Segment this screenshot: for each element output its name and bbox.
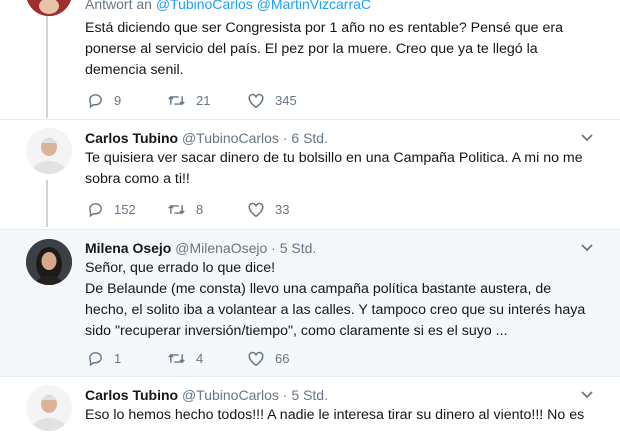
like-button[interactable]: 345 — [247, 92, 327, 109]
reply-count: 1 — [114, 350, 122, 366]
chevron-down-icon[interactable] — [580, 388, 594, 402]
tweet-header: Carlos Tubino @TubinoCarlos · 5 Std. — [85, 386, 590, 404]
tweet-text: Está diciendo que ser Congresista por 1 … — [85, 20, 563, 78]
reply-count: 152 — [114, 201, 136, 217]
reply-prefix: Antwort an — [85, 0, 152, 12]
retweet-icon — [168, 204, 185, 214]
avatar[interactable] — [26, 0, 72, 16]
reply-icon — [89, 351, 102, 366]
tweet-header: Carlos Tubino @TubinoCarlos · 6 Std. — [85, 129, 590, 147]
like-count: 66 — [275, 350, 290, 366]
author-handle[interactable]: @TubinoCarlos — [182, 130, 279, 146]
tweet-actions: 152 8 33 — [87, 199, 327, 219]
avatar[interactable] — [26, 239, 72, 285]
reply-handle-link[interactable]: @TubinoCarlos — [156, 0, 253, 12]
avatar[interactable] — [26, 128, 72, 174]
tweet-text: Señor, que errado lo que dice! De Belaun… — [85, 260, 586, 339]
retweet-count: 4 — [196, 350, 204, 366]
separator-dot: · — [271, 240, 276, 256]
author-handle[interactable]: @TubinoCarlos — [182, 387, 279, 403]
retweet-button[interactable]: 4 — [167, 350, 247, 367]
author-name[interactable]: Carlos Tubino — [85, 130, 178, 146]
reply-button[interactable]: 1 — [87, 350, 167, 367]
tweet-text: Eso lo hemos hecho todos!!! A nadie le i… — [85, 407, 585, 423]
reply-icon — [89, 202, 102, 217]
reply-handle-link[interactable]: @MartinVizcarraC — [257, 0, 371, 12]
chevron-down-icon[interactable] — [580, 131, 594, 145]
reply-button[interactable]: 152 — [87, 201, 167, 218]
reply-icon — [89, 93, 102, 108]
retweet-count: 21 — [196, 92, 211, 108]
retweet-icon — [168, 353, 185, 363]
reply-context: Antwort an @TubinoCarlos @MartinVizcarra… — [85, 0, 371, 12]
tweet-2[interactable]: Carlos Tubino @TubinoCarlos · 6 Std. Te … — [0, 120, 620, 230]
like-icon — [248, 202, 264, 217]
retweet-icon — [168, 95, 185, 105]
chevron-down-icon[interactable] — [580, 241, 594, 255]
tweet-1[interactable]: Antwort an @TubinoCarlos @MartinVizcarra… — [0, 0, 620, 120]
tweet-4[interactable]: Carlos Tubino @TubinoCarlos · 5 Std. Eso… — [0, 377, 620, 437]
reply-count: 9 — [114, 92, 122, 108]
tweet-actions: 9 21 345 — [87, 90, 327, 110]
tweet-3[interactable]: Milena Osejo @MilenaOsejo · 5 Std. Señor… — [0, 230, 620, 377]
avatar[interactable] — [26, 385, 72, 431]
like-count: 33 — [275, 201, 290, 217]
like-count: 345 — [275, 92, 297, 108]
retweet-button[interactable]: 21 — [167, 92, 247, 109]
timestamp[interactable]: 5 Std. — [291, 387, 328, 403]
reply-button[interactable]: 9 — [87, 92, 167, 109]
like-icon — [248, 93, 264, 108]
like-button[interactable]: 66 — [247, 350, 327, 367]
retweet-count: 8 — [196, 201, 204, 217]
timestamp[interactable]: 5 Std. — [280, 240, 317, 256]
tweet-actions: 1 4 66 — [87, 348, 327, 368]
like-icon — [248, 351, 264, 366]
separator-dot: · — [282, 130, 288, 146]
author-handle[interactable]: @MilenaOsejo — [175, 240, 267, 256]
tweet-header: Milena Osejo @MilenaOsejo · 5 Std. — [85, 239, 590, 257]
author-name[interactable]: Milena Osejo — [85, 240, 171, 256]
like-button[interactable]: 33 — [247, 201, 327, 218]
author-name[interactable]: Carlos Tubino — [85, 387, 178, 403]
retweet-button[interactable]: 8 — [167, 201, 247, 218]
separator-dot: · — [282, 387, 288, 403]
timestamp[interactable]: 6 Std. — [291, 130, 328, 146]
tweet-text: Te quisiera ver sacar dinero de tu bolsi… — [85, 150, 583, 187]
